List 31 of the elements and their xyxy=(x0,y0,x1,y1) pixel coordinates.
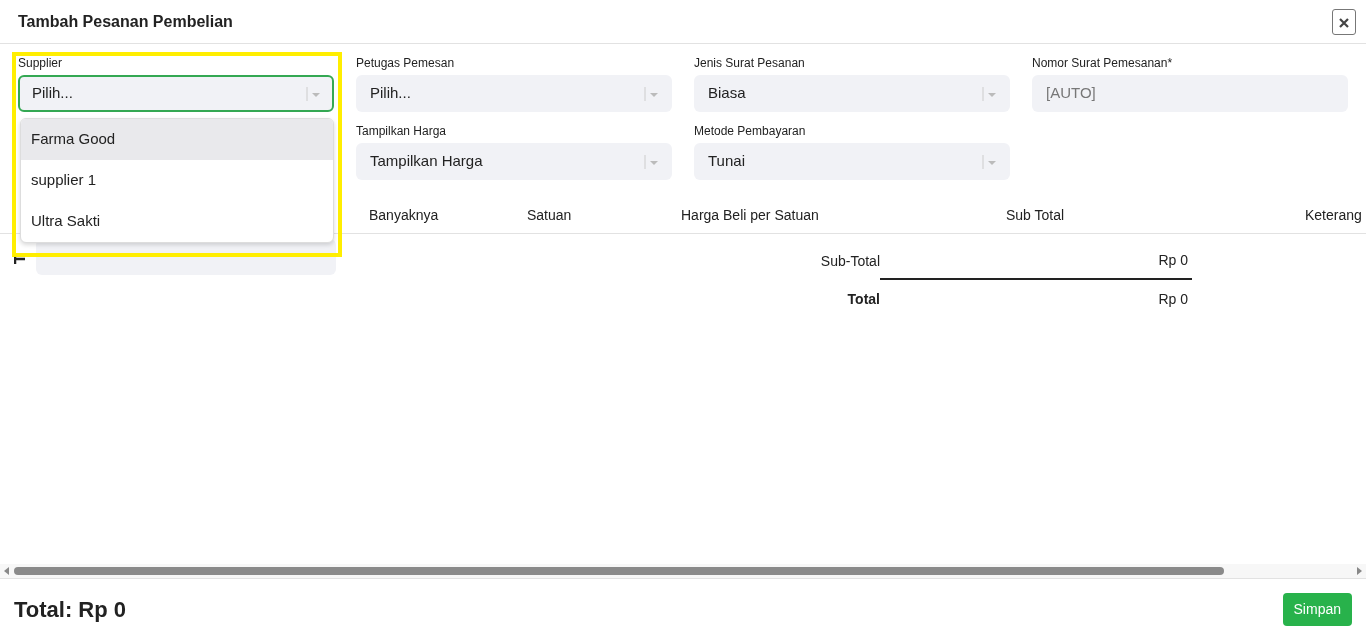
column-header: Keterang xyxy=(1305,207,1362,223)
dropdown-option[interactable]: Ultra Sakti xyxy=(21,201,333,242)
summary-label: Sub-Total xyxy=(819,251,880,271)
field-label: Petugas Pemesan xyxy=(356,55,456,72)
dialog-title: Tambah Pesanan Pembelian xyxy=(18,11,233,32)
select-field[interactable]: Pilih... xyxy=(18,75,334,112)
summary-value: Rp 0 xyxy=(880,242,1192,280)
select-field[interactable]: Tampilkan Harga xyxy=(356,143,672,180)
field-label: Supplier xyxy=(18,55,64,72)
scroll-right-icon[interactable] xyxy=(1356,567,1362,575)
field-label: Metode Pembayaran xyxy=(694,123,807,140)
column-header: Banyaknya xyxy=(369,207,439,223)
dropdown-option[interactable]: supplier 1 xyxy=(21,160,333,201)
summary-label: Total xyxy=(846,289,880,309)
close-icon xyxy=(1339,17,1349,28)
scroll-left-icon[interactable] xyxy=(4,567,10,575)
column-header: Satuan xyxy=(527,207,572,223)
input-field[interactable]: [AUTO] xyxy=(1032,75,1348,112)
summary-value: Rp 0 xyxy=(1157,289,1189,309)
select-field[interactable]: Tunai xyxy=(694,143,1010,180)
field-label: Nomor Surat Pemesanan* xyxy=(1032,55,1174,72)
select-field[interactable]: Pilih... xyxy=(356,75,672,112)
total-text: Total: Rp 0 xyxy=(14,596,127,624)
column-header: Harga Beli per Satuan xyxy=(681,207,819,223)
column-header: Sub Total xyxy=(1006,207,1065,223)
field-label: Jenis Surat Pesanan xyxy=(694,55,806,72)
dropdown-option[interactable]: Farma Good xyxy=(21,119,333,160)
horizontal-scrollbar[interactable] xyxy=(0,564,1366,578)
select-field[interactable]: Biasa xyxy=(694,75,1010,112)
field-label: Tampilkan Harga xyxy=(356,123,448,140)
close-button[interactable] xyxy=(1332,8,1356,35)
